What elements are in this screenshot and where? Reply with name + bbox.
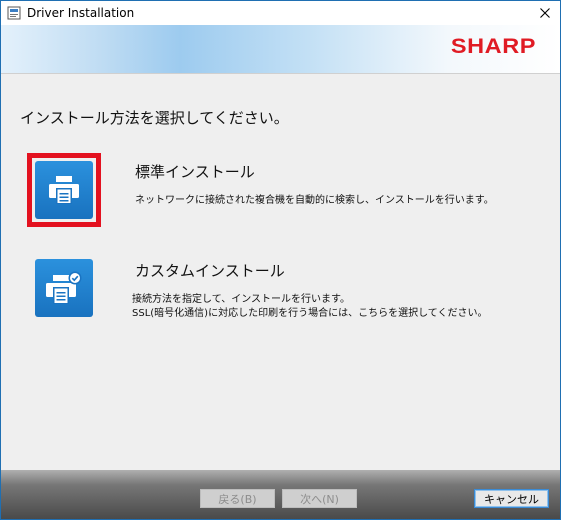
back-button[interactable]: 戻る(B) (200, 489, 275, 508)
standard-install-button[interactable] (35, 161, 93, 219)
window-title: Driver Installation (27, 6, 135, 20)
standard-install-title[interactable]: 標準インストール (135, 161, 255, 182)
title-bar: Driver Installation (1, 1, 560, 25)
printer-icon (49, 176, 79, 204)
next-button[interactable]: 次へ(N) (282, 489, 357, 508)
custom-install-title[interactable]: カスタムインストール (135, 260, 285, 281)
page-heading: インストール方法を選択してください。 (20, 109, 289, 127)
custom-install-description-line1: 接続方法を指定して、インストールを行います。 (132, 294, 350, 305)
installer-window: Driver Installation SHARP インストール方法を選択してく… (0, 0, 561, 520)
cancel-button[interactable]: キャンセル (474, 489, 549, 508)
custom-install-button[interactable] (35, 259, 93, 317)
standard-install-description: ネットワークに接続された複合機を自動的に検索し、インストールを行います。 (135, 195, 494, 206)
printer-check-icon (46, 271, 82, 304)
installer-app-icon (7, 6, 21, 20)
header-banner: SHARP (1, 25, 560, 74)
sharp-logo: SHARP (450, 35, 536, 58)
custom-install-description-line2: SSL(暗号化通信)に対応した印刷を行う場合には、こちらを選択してください。 (132, 308, 488, 319)
footer-bar: 戻る(B) 次へ(N) キャンセル (1, 470, 560, 519)
close-button[interactable] (530, 1, 560, 25)
close-icon (540, 8, 550, 18)
